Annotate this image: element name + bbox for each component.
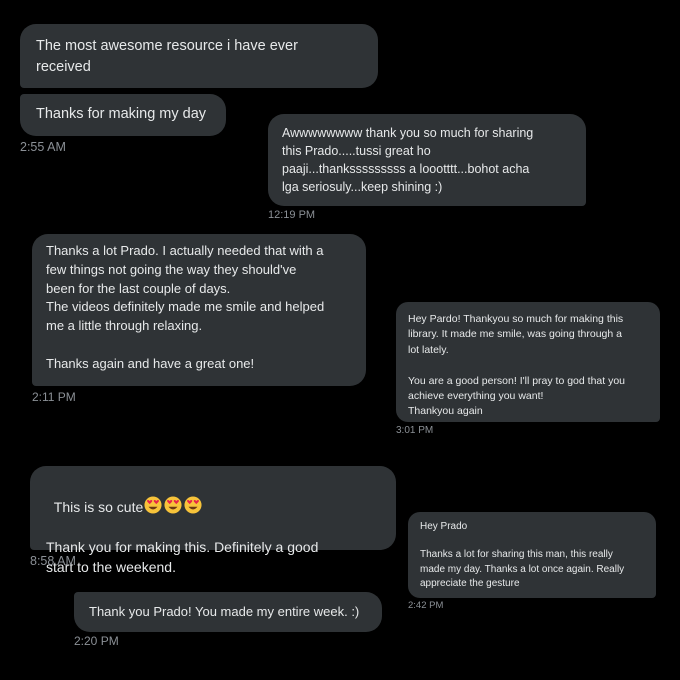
message-bubble-2: Thanks for making my day	[20, 94, 226, 136]
timestamp-2: 2:55 AM	[20, 140, 66, 154]
message-bubble-8: Thank you Prado! You made my entire week…	[74, 592, 382, 632]
message-bubble-6: This is so cute Thank you for making thi…	[30, 466, 396, 575]
heart-eyes-emoji	[184, 496, 202, 514]
timestamp-7: 2:42 PM	[408, 600, 444, 611]
timestamp-3: 12:19 PM	[268, 209, 316, 221]
heart-eyes-emoji	[144, 496, 162, 514]
message-bubble-3: Awwwwwwww thank you so much for sharing …	[268, 114, 586, 206]
message-bubble-7: Hey Prado Thanks a lot for sharing this …	[408, 512, 656, 598]
message-bubble-1: The most awesome resource i have ever re…	[20, 24, 378, 88]
timestamp-5: 3:01 PM	[396, 425, 434, 436]
timestamp-4: 2:11 PM	[32, 390, 76, 404]
message-6-first-line: This is so cute	[53, 499, 144, 515]
message-bubble-5: Hey Pardo! Thankyou so much for making t…	[396, 302, 660, 422]
message-bubble-4: Thanks a lot Prado. I actually needed th…	[32, 234, 366, 386]
heart-eyes-emoji-group	[143, 496, 203, 515]
message-6-rest: Thank you for making this. Definitely a …	[46, 539, 319, 575]
timestamp-8: 2:20 PM	[74, 634, 119, 648]
timestamp-6: 8:58 AM	[30, 554, 76, 568]
heart-eyes-emoji	[164, 496, 182, 514]
